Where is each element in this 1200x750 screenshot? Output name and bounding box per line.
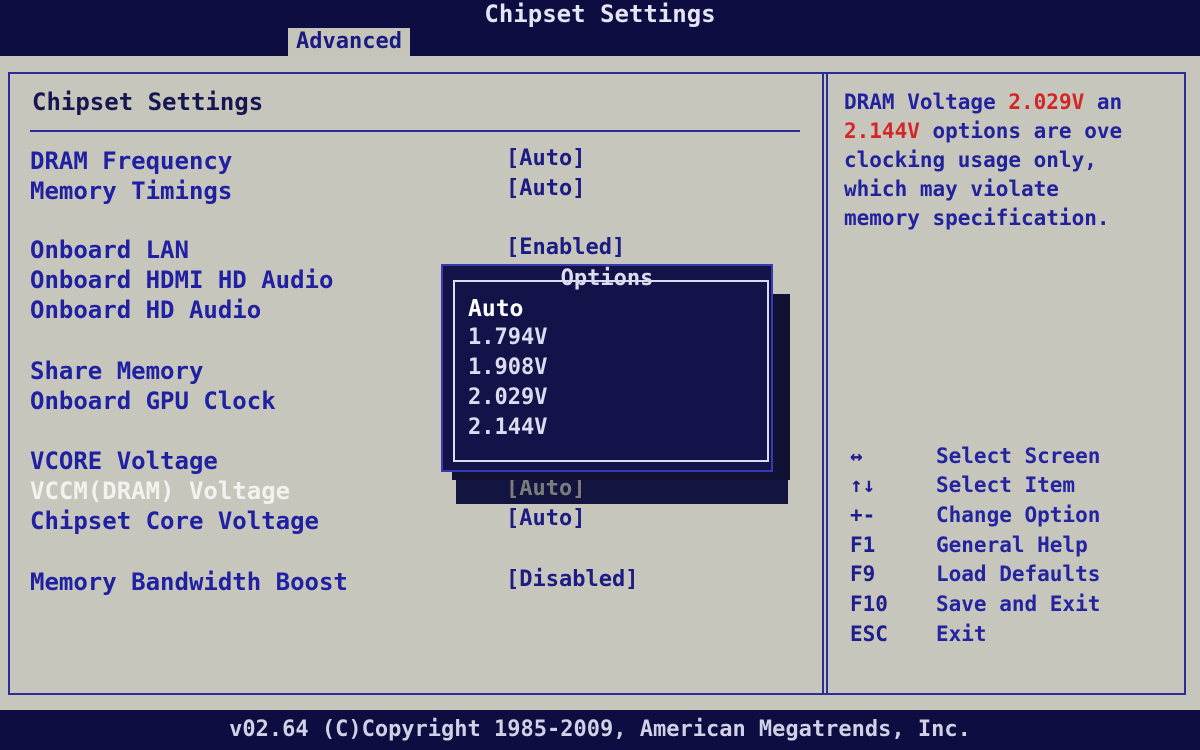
- help-text: DRAM Voltage 2.029V an 2.144V options ar…: [844, 90, 1123, 230]
- nav-exit: Exit: [936, 622, 987, 646]
- setting-chipset-core-voltage-value[interactable]: [Auto]: [506, 505, 585, 533]
- f9-key: F9: [850, 562, 876, 586]
- up-down-arrow-icon: ↑↓: [850, 473, 876, 497]
- nav-general-help: General Help: [936, 533, 1088, 557]
- setting-onboard-gpu-clock[interactable]: Onboard GPU Clock: [30, 387, 276, 415]
- setting-vcore-voltage[interactable]: VCORE Voltage: [30, 447, 218, 475]
- section-divider: [30, 130, 800, 132]
- setting-memory-timings-value[interactable]: [Auto]: [506, 175, 585, 203]
- setting-onboard-hd-audio[interactable]: Onboard HD Audio: [30, 296, 261, 324]
- option-2144v[interactable]: 2.144V: [468, 414, 547, 442]
- setting-memory-bandwidth-boost-value[interactable]: [Disabled]: [506, 566, 638, 594]
- setting-onboard-hdmi-hd-audio[interactable]: Onboard HDMI HD Audio: [30, 266, 333, 294]
- option-1794v[interactable]: 1.794V: [468, 324, 547, 352]
- f1-key: F1: [850, 533, 876, 557]
- bios-screen-title: Chipset Settings: [484, 0, 716, 28]
- setting-dram-frequency[interactable]: DRAM Frequency: [30, 147, 232, 175]
- setting-memory-timings[interactable]: Memory Timings: [30, 177, 232, 205]
- option-auto[interactable]: Auto: [468, 295, 523, 323]
- copyright-footer: v02.64 (C)Copyright 1985-2009, American …: [229, 717, 971, 742]
- section-title: Chipset Settings: [32, 88, 264, 116]
- option-1908v[interactable]: 1.908V: [468, 354, 547, 382]
- nav-select-screen: Select Screen: [936, 444, 1101, 468]
- tab-advanced[interactable]: Advanced: [288, 28, 410, 56]
- nav-load-defaults: Load Defaults: [936, 562, 1101, 586]
- esc-key: ESC: [850, 622, 888, 646]
- plus-minus-key: +-: [850, 503, 876, 527]
- nav-select-item: Select Item: [936, 473, 1076, 497]
- setting-memory-bandwidth-boost[interactable]: Memory Bandwidth Boost: [30, 568, 348, 596]
- option-2029v[interactable]: 2.029V: [468, 384, 547, 412]
- nav-change-option: Change Option: [936, 503, 1101, 527]
- setting-onboard-lan[interactable]: Onboard LAN: [30, 236, 189, 264]
- setting-onboard-lan-value[interactable]: [Enabled]: [506, 234, 625, 262]
- setting-vccm-dram-voltage[interactable]: VCCM(DRAM) Voltage: [30, 477, 290, 505]
- nav-save-and-exit: Save and Exit: [936, 592, 1101, 616]
- setting-chipset-core-voltage[interactable]: Chipset Core Voltage: [30, 507, 319, 535]
- f10-key: F10: [850, 592, 888, 616]
- left-right-arrow-icon: ↔: [850, 444, 863, 468]
- panel-divider: [822, 72, 828, 695]
- setting-dram-frequency-value[interactable]: [Auto]: [506, 145, 585, 173]
- setting-share-memory[interactable]: Share Memory: [30, 357, 203, 385]
